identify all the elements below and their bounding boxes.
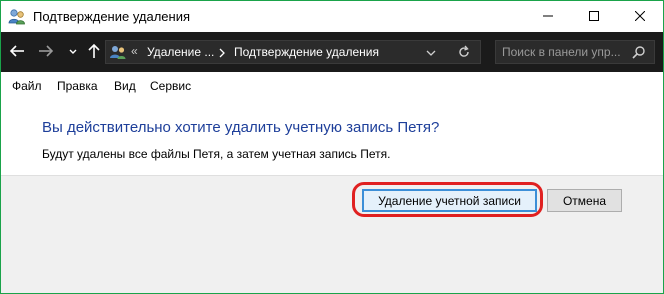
dialog-window: Подтверждение удаления « Удаление ... По…: [0, 0, 664, 294]
up-button[interactable]: [84, 42, 104, 62]
cancel-button[interactable]: Отмена: [547, 189, 622, 212]
button-area: Удаление учетной записи Отмена: [1, 175, 663, 293]
breadcrumb-item-delete[interactable]: Удаление ...: [147, 45, 214, 59]
users-icon: [109, 44, 127, 60]
confirmation-description: Будут удалены все файлы Петя, а затем уч…: [42, 147, 391, 161]
chevron-down-icon[interactable]: [425, 47, 437, 57]
title-bar[interactable]: Подтверждение удаления: [1, 1, 663, 32]
maximize-button[interactable]: [571, 1, 617, 32]
arrow-right-icon: [38, 44, 54, 61]
menu-tools[interactable]: Сервис: [150, 79, 191, 93]
back-button[interactable]: [7, 42, 27, 62]
search-icon[interactable]: [632, 45, 646, 59]
breadcrumb-overflow[interactable]: «: [131, 44, 138, 58]
address-bar[interactable]: « Удаление ... Подтверждение удаления: [105, 40, 481, 64]
window-title: Подтверждение удаления: [33, 9, 191, 24]
dialog-content: Вы действительно хотите удалить учетную …: [1, 98, 663, 175]
close-button[interactable]: [617, 1, 663, 32]
chevron-right-icon[interactable]: [218, 47, 226, 58]
maximize-icon: [589, 10, 599, 24]
arrow-up-icon: [87, 43, 101, 62]
close-icon: [634, 10, 646, 24]
navigation-bar: « Удаление ... Подтверждение удаления По…: [1, 32, 663, 72]
search-box[interactable]: Поиск в панели упр...: [495, 40, 655, 64]
chevron-down-icon: [68, 45, 78, 59]
recent-locations-button[interactable]: [63, 42, 83, 62]
search-placeholder[interactable]: Поиск в панели упр...: [502, 45, 621, 59]
minimize-button[interactable]: [525, 1, 571, 32]
confirmation-question: Вы действительно хотите удалить учетную …: [42, 119, 440, 136]
forward-button[interactable]: [36, 42, 56, 62]
menu-view[interactable]: Вид: [114, 79, 136, 93]
menu-bar: Файл Правка Вид Сервис: [1, 72, 663, 98]
delete-account-button[interactable]: Удаление учетной записи: [362, 189, 537, 212]
menu-edit[interactable]: Правка: [57, 79, 98, 93]
refresh-icon[interactable]: [457, 45, 471, 59]
menu-file[interactable]: Файл: [12, 79, 42, 93]
users-icon: [8, 8, 26, 25]
arrow-left-icon: [9, 44, 25, 61]
minimize-icon: [543, 10, 553, 24]
breadcrumb-item-confirm[interactable]: Подтверждение удаления: [234, 45, 379, 59]
